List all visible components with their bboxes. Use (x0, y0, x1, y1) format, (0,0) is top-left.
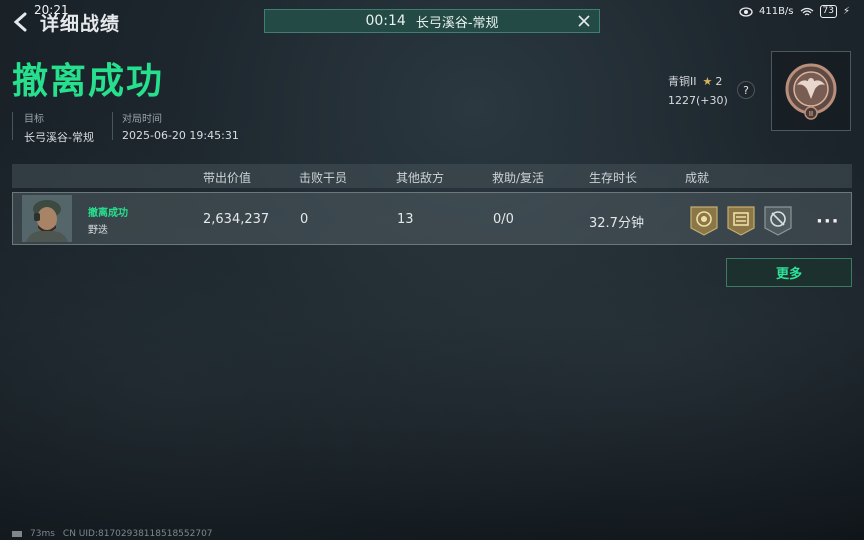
target-info: 目标 长弓溪谷-常规 (24, 110, 94, 145)
medal-icon[interactable] (763, 204, 793, 236)
match-time-value: 2025-06-20 19:45:31 (122, 129, 239, 142)
rank-info: 青铜II ★ 2 1227(+30) (668, 73, 728, 107)
footer: 73ms CN UID:817029381185185527​07 (12, 529, 213, 539)
table-header: 带出价值 击败干员 其他敌方 救助/复活 生存时长 成就 (12, 164, 852, 188)
help-icon[interactable]: ? (737, 81, 755, 99)
more-icon[interactable]: ··· (816, 211, 840, 232)
battery-icon: 73 (819, 5, 837, 18)
rank-stars: 2 (715, 75, 723, 88)
kills-cell: 0 (300, 212, 309, 227)
table-row[interactable]: 撤离成功 野迭 2,634,237 0 13 0/0 32.7分钟 ··· (12, 192, 852, 245)
col-kills: 击败干员 (299, 171, 348, 185)
uid: CN UID:817029381185185527​07 (62, 529, 213, 539)
more-button[interactable]: 更多 (726, 258, 852, 287)
rank-name: 青铜II (668, 75, 697, 88)
back-button[interactable] (8, 9, 34, 35)
medal-icon[interactable] (689, 204, 719, 236)
star-icon: ★ (702, 75, 713, 88)
charging-icon: ⚡ (842, 6, 850, 17)
rank-score: 1227(+30) (668, 94, 728, 107)
page-title: 详细战绩 (40, 13, 121, 35)
others-cell: 13 (397, 212, 414, 227)
eye-icon (739, 6, 753, 17)
rank-badge[interactable]: II (771, 51, 851, 131)
banner-close-button[interactable] (575, 12, 593, 30)
col-assist: 救助/复活 (492, 171, 545, 185)
col-survival: 生存时长 (589, 171, 638, 185)
divider (12, 112, 13, 140)
back-arrow-icon (13, 12, 27, 32)
col-value: 带出价值 (203, 171, 252, 185)
signal-icon (12, 531, 22, 537)
match-time: 00:14 (365, 13, 406, 29)
survival-cell: 32.7分钟 (589, 216, 644, 231)
col-others: 其他敌方 (396, 171, 445, 185)
player-name: 野迭 (88, 225, 108, 236)
assist-cell: 0/0 (493, 212, 514, 227)
target-value: 长弓溪谷-常规 (24, 131, 94, 144)
divider (112, 112, 113, 140)
net-speed: 411B/s (758, 6, 794, 17)
col-achievements: 成就 (685, 171, 710, 185)
target-label: 目标 (24, 114, 44, 125)
wifi-icon (800, 7, 813, 15)
match-map: 长弓溪谷-常规 (415, 15, 499, 31)
result-title: 撤离成功 (12, 61, 165, 102)
svg-text:II: II (809, 110, 813, 118)
ping: 73ms (30, 529, 55, 539)
avatar (22, 195, 72, 242)
value-cell: 2,634,237 (203, 212, 270, 227)
status-indicators: 411B/s 73 ⚡ (739, 5, 850, 18)
match-time-label: 对局时间 (122, 114, 162, 125)
match-time-info: 对局时间 2025-06-20 19:45:31 (122, 110, 239, 142)
player-status: 撤离成功 (88, 208, 128, 219)
rank-badge-icon: II (785, 63, 837, 120)
match-banner: 00:14 长弓溪谷-常规 (264, 9, 600, 33)
medal-icon[interactable] (726, 204, 756, 236)
close-icon (578, 15, 590, 27)
